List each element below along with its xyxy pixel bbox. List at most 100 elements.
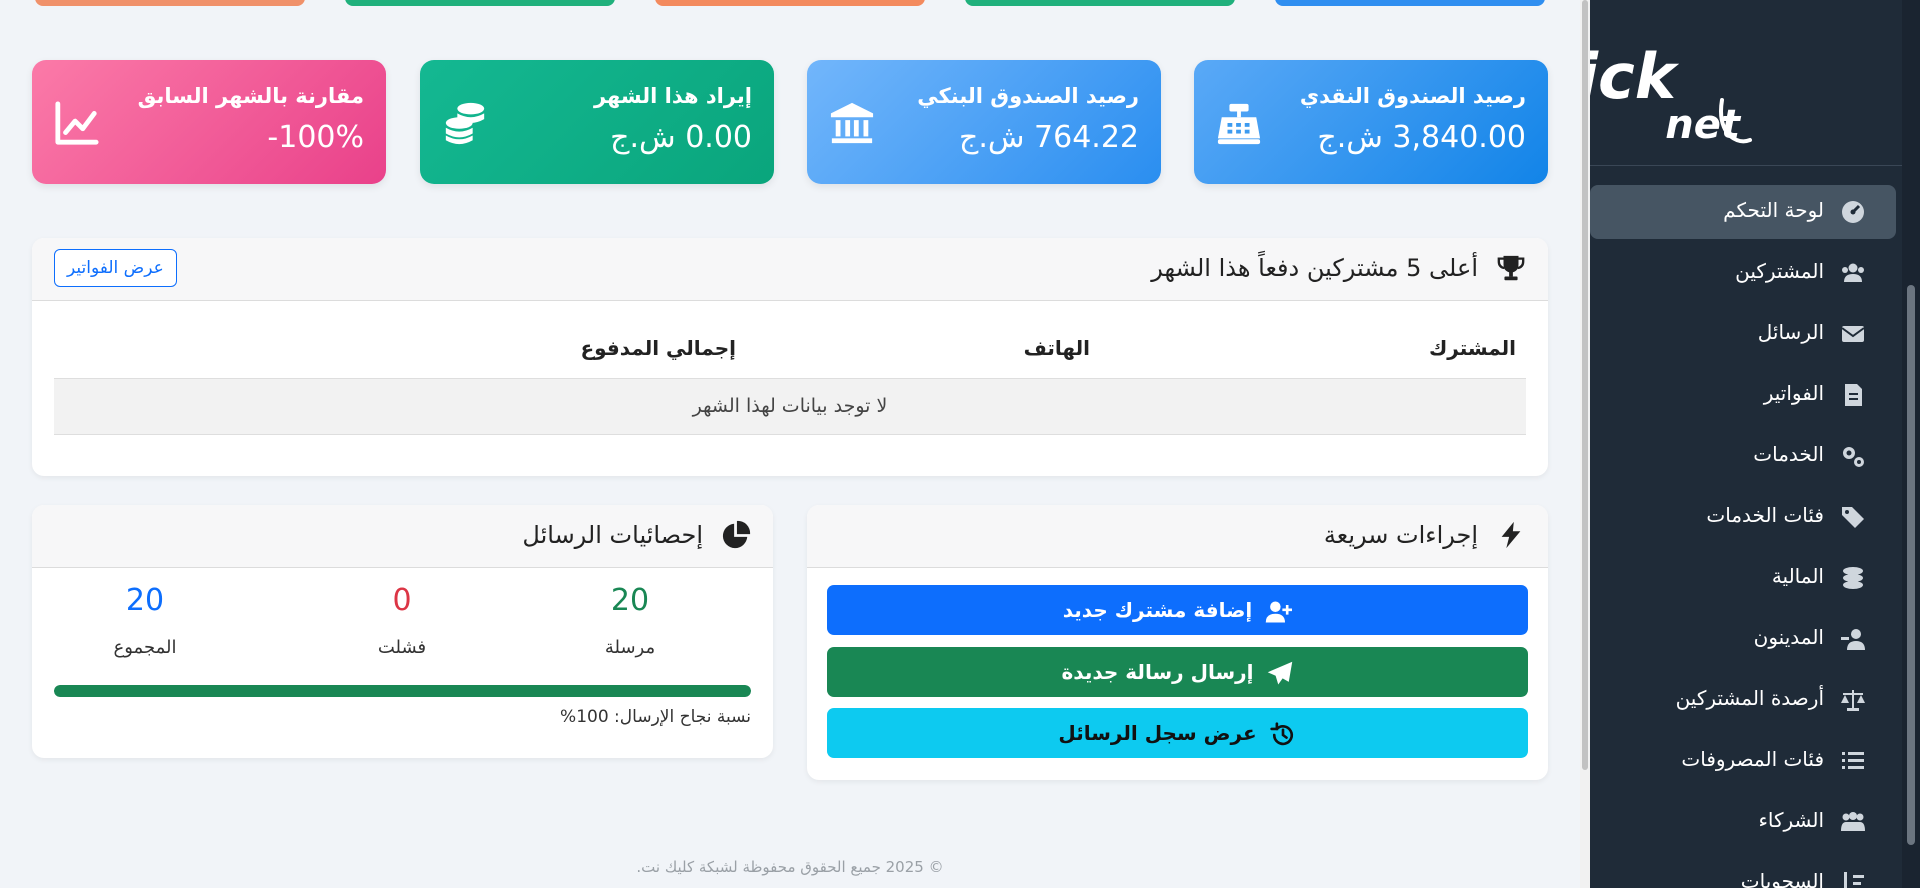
- failed-label: فشلت: [377, 637, 427, 658]
- footer-copyright: © 2025 جميع الحقوق محفوظة لشبكة كليك نت.: [636, 858, 944, 876]
- previous-row-card: [655, 0, 925, 6]
- sidebar-item-11[interactable]: الشركاء: [1590, 795, 1896, 849]
- cogs-icon: [1843, 447, 1864, 467]
- card-title: إيراد هذا الشهر: [593, 84, 752, 108]
- card-title: رصيد الصندوق البنكي: [917, 84, 1139, 108]
- sidebar-item-label: المشتركين: [1735, 259, 1824, 283]
- card-value: -100%: [267, 120, 364, 155]
- envelope-icon: [1841, 326, 1865, 342]
- button-label: إرسال رسالة جديدة: [1061, 660, 1254, 684]
- panel-header: إحصائيات الرسائل: [32, 505, 773, 568]
- logo-word: net: [1665, 102, 1742, 148]
- bank-icon: [830, 102, 874, 144]
- sidebar-item-label: الخدمات: [1753, 442, 1824, 466]
- panel-title: إحصائيات الرسائل: [522, 521, 703, 549]
- column-header-subscriber: المشترك: [1428, 336, 1516, 360]
- sidebar-item-7[interactable]: المالية: [1590, 551, 1896, 605]
- sidebar-item-12[interactable]: السحوبات: [1590, 856, 1896, 888]
- paper-plane-icon: [1267, 661, 1292, 684]
- main-content: رصيد الصندوق النقدي 3,840.00 ش.ج رصيد ال…: [0, 0, 1580, 888]
- cash-balance-card: رصيد الصندوق النقدي 3,840.00 ش.ج: [1194, 60, 1548, 184]
- sidebar-item-label: لوحة التحكم: [1723, 198, 1824, 222]
- card-value: 764.22 ش.ج: [958, 120, 1139, 155]
- sidebar-scrollbar[interactable]: [1902, 0, 1920, 888]
- sidebar-item-9[interactable]: أرصدة المشتركين: [1590, 673, 1896, 727]
- sent-count: 20: [610, 583, 650, 618]
- sidebar-item-10[interactable]: فئات المصروفات: [1590, 734, 1896, 788]
- top-payers-panel: أعلى 5 مشتركين دفعاً هذا الشهر عرض الفوا…: [32, 238, 1548, 476]
- quick-actions-panel: إجراءات سريعة إضافة مشترك جديد إرسال رسا…: [807, 505, 1548, 780]
- sidebar-item-label: السحوبات: [1740, 869, 1824, 888]
- sidebar-item-label: المالية: [1771, 564, 1824, 588]
- panel-title: أعلى 5 مشتركين دفعاً هذا الشهر: [1151, 254, 1478, 282]
- sidebar-item-label: المدينون: [1753, 625, 1824, 649]
- sidebar-item-2[interactable]: المشتركين: [1590, 246, 1896, 300]
- sidebar-divider: [1590, 165, 1902, 166]
- previous-row-card: [35, 0, 305, 6]
- success-rate-text: نسبة نجاح الإرسال: 100%: [560, 707, 751, 727]
- main-scrollbar[interactable]: [1580, 0, 1590, 888]
- sidebar-item-4[interactable]: الفواتير: [1590, 368, 1896, 422]
- previous-row-card: [345, 0, 615, 6]
- balance-scale-icon: [1841, 690, 1865, 711]
- sidebar-item-3[interactable]: الرسائل: [1590, 307, 1896, 361]
- sidebar-item-8[interactable]: المدينون: [1590, 612, 1896, 666]
- clicknet-logo: click net: [1590, 40, 1752, 148]
- card-title: مقارنة بالشهر السابق: [137, 84, 364, 108]
- tags-icon: [1842, 507, 1864, 528]
- sidebar-item-label: الفواتير: [1763, 381, 1824, 405]
- empty-table-row: لا توجد بيانات لهذا الشهر: [54, 378, 1526, 435]
- user-minus-icon: [1841, 629, 1865, 650]
- total-count: 20: [125, 583, 165, 618]
- sidebar: click net لوحة التحكم المشتركين الرسائل الف…: [1590, 0, 1902, 888]
- card-value: 0.00 ش.ج: [610, 120, 752, 155]
- dashboard-icon: [1842, 201, 1864, 223]
- view-message-log-button[interactable]: عرض سجل الرسائل: [827, 708, 1528, 758]
- sidebar-item-label: فئات المصروفات: [1681, 747, 1824, 771]
- coins-icon: [445, 102, 485, 145]
- card-value: 3,840.00 ش.ج: [1317, 120, 1526, 155]
- pie-chart-icon: [722, 520, 751, 549]
- list-icon: [1842, 752, 1864, 769]
- view-invoices-button[interactable]: عرض الفواتير: [54, 249, 177, 287]
- bank-balance-card: رصيد الصندوق البنكي 764.22 ش.ج: [807, 60, 1161, 184]
- cash-register-icon: [1217, 103, 1261, 145]
- history-icon: [1269, 721, 1293, 745]
- button-label: عرض سجل الرسائل: [1058, 721, 1257, 745]
- monthly-income-card: إيراد هذا الشهر 0.00 ش.ج: [420, 60, 774, 184]
- sent-label: مرسلة: [604, 637, 656, 658]
- success-progress-bar: [54, 685, 751, 697]
- progress-fill: [54, 685, 751, 697]
- trophy-icon: [1497, 255, 1525, 281]
- send-message-button[interactable]: إرسال رسالة جديدة: [827, 647, 1528, 697]
- coins-icon: [1843, 567, 1863, 589]
- month-comparison-card: مقارنة بالشهر السابق -100%: [32, 60, 386, 184]
- previous-row-card: [965, 0, 1235, 6]
- failed-count: 0: [392, 583, 412, 618]
- sort-down-icon: [1844, 872, 1864, 888]
- sidebar-item-label: الشركاء: [1758, 808, 1824, 832]
- sidebar-item-1[interactable]: لوحة التحكم: [1590, 185, 1896, 239]
- panel-header: أعلى 5 مشتركين دفعاً هذا الشهر عرض الفوا…: [32, 238, 1548, 301]
- sidebar-item-label: فئات الخدمات: [1706, 503, 1824, 527]
- column-header-phone: الهاتف: [1023, 336, 1090, 360]
- scrollbar-thumb[interactable]: [1907, 285, 1915, 845]
- bolt-icon: [1501, 521, 1521, 549]
- panel-title: إجراءات سريعة: [1323, 521, 1478, 549]
- sidebar-item-5[interactable]: الخدمات: [1590, 429, 1896, 483]
- users-icon: [1842, 263, 1864, 282]
- invoice-icon: [1845, 384, 1862, 406]
- button-label: إضافة مشترك جديد: [1062, 598, 1253, 622]
- panel-header: إجراءات سريعة: [807, 505, 1548, 568]
- message-stats-panel: إحصائيات الرسائل 20 مرسلة 0 فشلت 20 المج…: [32, 505, 773, 758]
- add-subscriber-button[interactable]: إضافة مشترك جديد: [827, 585, 1528, 635]
- scrollbar-thumb[interactable]: [1582, 0, 1588, 770]
- sidebar-item-6[interactable]: فئات الخدمات: [1590, 490, 1896, 544]
- total-label: المجموع: [113, 637, 177, 658]
- previous-row-card: [1275, 0, 1545, 6]
- sidebar-item-label: أرصدة المشتركين: [1675, 686, 1824, 710]
- user-plus-icon: [1266, 601, 1293, 622]
- column-header-total-paid: إجمالي المدفوع: [580, 336, 736, 360]
- card-title: رصيد الصندوق النقدي: [1299, 84, 1526, 108]
- partners-icon: [1841, 812, 1865, 831]
